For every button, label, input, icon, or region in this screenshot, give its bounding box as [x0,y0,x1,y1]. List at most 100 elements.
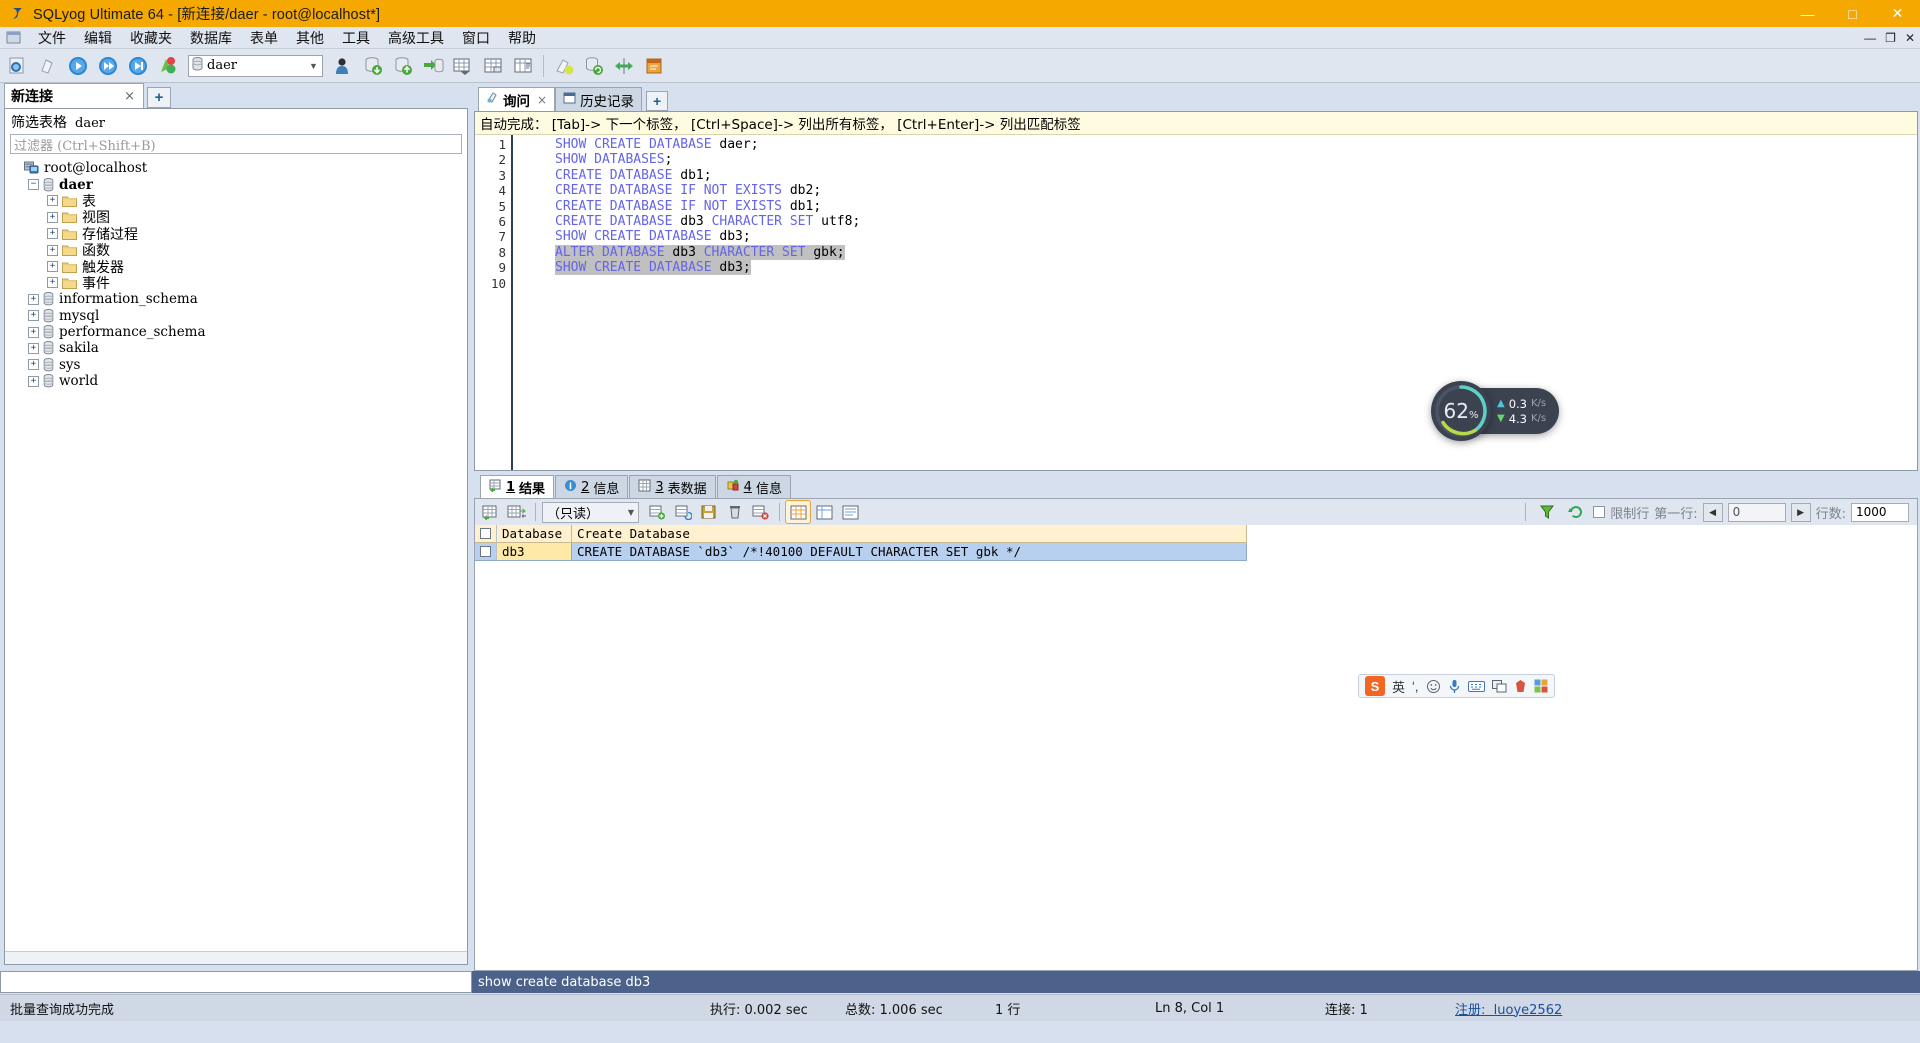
tree-expander[interactable]: + [47,195,58,207]
code-lines[interactable]: SHOW CREATE DATABASE daer; SHOW DATABASES… [513,135,1917,470]
chevron-down-icon[interactable]: ▼ [628,508,638,517]
emoji-icon[interactable] [1426,679,1441,694]
tree-expander[interactable]: + [47,211,58,223]
refresh-row-icon[interactable] [671,501,695,523]
form-mode-icon[interactable] [812,501,836,523]
menu-tools[interactable]: 工具 [333,26,379,50]
menu-file[interactable]: 文件 [29,26,75,50]
data-sync-icon[interactable] [610,52,638,80]
results-tab-1[interactable]: 2 信息 [555,475,629,498]
tab-query[interactable]: 询问 × [478,87,556,111]
cell-create-database[interactable]: CREATE DATABASE `db3` /*!40100 DEFAULT C… [572,543,1247,561]
row-checkbox[interactable] [480,546,491,557]
results-tab-3[interactable]: 4 信息 [716,475,791,498]
keyboard-icon[interactable] [1467,680,1485,693]
tree-node-daer[interactable]: − daer [9,176,467,193]
tree-node-information_schema[interactable]: + information_schema [9,291,467,307]
code-line[interactable]: SHOW CREATE DATABASE db3; [555,229,1917,244]
menu-help[interactable]: 帮助 [499,26,545,50]
maximize-button[interactable]: □ [1830,0,1875,27]
select-all-checkbox-cell[interactable] [475,525,497,543]
close-button[interactable]: ✕ [1875,0,1920,27]
menu-advanced-tools[interactable]: 高级工具 [379,26,453,50]
results-tab-2[interactable]: 3 表数据 [629,475,716,498]
tree-horizontal-scrollbar[interactable] [5,951,467,964]
db-backup-icon[interactable] [419,52,447,80]
tree-expander[interactable]: + [28,375,39,387]
new-query-tab-icon[interactable] [34,52,62,80]
tree-node-mysql[interactable]: + mysql [9,308,467,324]
execute-current-query-icon[interactable] [124,52,152,80]
discard-row-icon[interactable] [749,501,773,523]
code-line[interactable]: SHOW CREATE DATABASE db3; [555,260,1917,276]
tree-node-world[interactable]: + world [9,373,467,389]
table-row[interactable]: db3 CREATE DATABASE `db3` /*!40100 DEFAUL… [475,543,1917,561]
code-area[interactable]: 1 2 3 4 5 6 7 8 9 10 SHOW CREATE DATABASE daer; SH… [475,135,1917,470]
sogou-logo-icon[interactable]: S [1365,676,1385,696]
limit-rows-checkbox[interactable] [1593,506,1606,518]
tree-expander[interactable]: + [28,310,39,322]
grid-view-icon[interactable] [479,501,503,523]
results-tab-0[interactable]: 1 结果 [480,475,555,498]
skin-icon[interactable] [1514,679,1527,693]
chevron-down-icon[interactable]: ▼ [305,61,322,71]
refresh-icon[interactable] [1564,501,1588,523]
register-link[interactable]: 注册: luoye2562 [1455,1003,1562,1018]
text-mode-icon[interactable] [838,501,862,523]
close-icon[interactable]: × [122,89,137,104]
tree-node--[interactable]: + 视图 [9,209,467,226]
save-row-icon[interactable] [697,501,721,523]
menu-database[interactable]: 数据库 [181,26,241,50]
new-connection-icon[interactable] [4,52,32,80]
connection-tab[interactable]: 新连接 × [4,83,144,108]
tree-expander[interactable]: + [47,244,58,256]
code-line[interactable]: SHOW CREATE DATABASE daer; [555,137,1917,152]
db-export-icon[interactable] [389,52,417,80]
cell-database[interactable]: db3 [497,543,572,561]
tree-node-performance_schema[interactable]: + performance_schema [9,324,467,340]
tree-node-root-localhost[interactable]: root@localhost [9,160,467,176]
filter-input[interactable]: 过滤器 (Ctrl+Shift+B) [10,134,462,154]
tree-node--[interactable]: + 事件 [9,275,467,292]
tree-expander[interactable]: + [28,326,39,338]
menu-other[interactable]: 其他 [287,26,333,50]
tree-node-sakila[interactable]: + sakila [9,340,467,356]
status-registration[interactable]: 注册: luoye2562 [1445,999,1572,1018]
code-line[interactable]: CREATE DATABASE db3 CHARACTER SET utf8; [555,214,1917,229]
first-row-next-button[interactable]: ▶ [1790,502,1811,522]
code-line[interactable]: CREATE DATABASE IF NOT EXISTS db2; [555,183,1917,198]
tree-node--[interactable]: + 存储过程 [9,226,467,243]
first-row-input[interactable]: 0 [1727,502,1786,522]
schema-designer-icon[interactable] [550,52,578,80]
db-sync-icon[interactable] [580,52,608,80]
toolbox-icon[interactable] [1534,679,1548,693]
database-selector[interactable]: daer ▼ [188,54,323,77]
db-import-icon[interactable] [359,52,387,80]
tree-expander[interactable]: − [28,179,39,191]
menu-edit[interactable]: 编辑 [75,26,121,50]
ime-toolbar[interactable]: S 英 ʻ, [1358,674,1555,698]
add-row-icon[interactable] [645,501,669,523]
menu-window[interactable]: 窗口 [453,26,499,50]
menu-form[interactable]: 表单 [241,26,287,50]
execute-query-icon[interactable] [64,52,92,80]
row-checkbox-cell[interactable] [475,543,497,561]
menu-favorites[interactable]: 收藏夹 [121,26,181,50]
tree-expander[interactable]: + [47,277,58,289]
code-line[interactable]: CREATE DATABASE IF NOT EXISTS db1; [555,199,1917,214]
network-speed-widget[interactable]: 62% ▲ 0.3 K/s ▼ 4.3 K/s [1431,381,1559,441]
grid-export-icon[interactable] [505,501,529,523]
minimize-button[interactable]: — [1785,0,1830,27]
table-info-icon[interactable] [509,52,537,80]
stop-query-icon[interactable] [154,52,182,80]
scheduler-icon[interactable] [640,52,668,80]
tab-history[interactable]: 历史记录 [555,87,643,111]
tree-expander[interactable]: + [28,342,39,354]
tree-node--[interactable]: + 函数 [9,242,467,259]
close-icon[interactable]: × [537,93,547,107]
document-system-icon[interactable] [3,29,25,47]
mdi-close-button[interactable]: ✕ [1905,31,1915,45]
edit-mode-selector[interactable]: （只读） ▼ [542,501,639,523]
code-line[interactable]: SHOW DATABASES; [555,152,1917,167]
mdi-restore-button[interactable]: ❐ [1885,31,1896,45]
